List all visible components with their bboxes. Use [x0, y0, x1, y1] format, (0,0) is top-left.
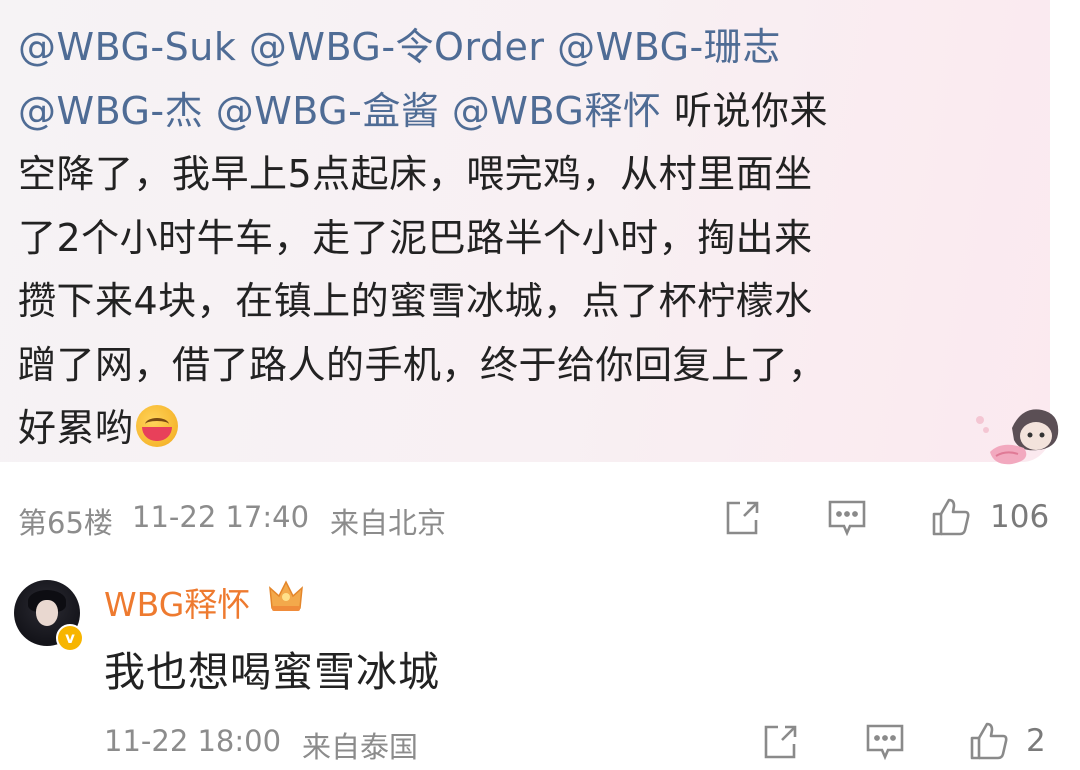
comment-line: 空降了，我早上5点起床，喂完鸡，从村里面坐: [18, 152, 813, 196]
comment-line: 好累哟: [18, 397, 1003, 461]
comment-text: @WBG-Suk @WBG-令Order @WBG-珊志 @WBG-杰 @WBG…: [18, 16, 1003, 461]
reply-time: 11-22 18:00: [104, 724, 282, 758]
comment-line: @WBG-杰 @WBG-盒酱 @WBG释怀 听说你来: [18, 88, 828, 133]
like-icon[interactable]: [968, 720, 1010, 762]
crown-badge-icon: [266, 578, 306, 618]
share-icon[interactable]: [722, 498, 762, 538]
verified-badge-icon: v: [56, 624, 84, 652]
comment-time: 11-22 17:40: [132, 500, 310, 534]
reply-text: 我也想喝蜜雪冰城: [104, 648, 440, 696]
like-count: 2: [1026, 723, 1046, 759]
mention-links[interactable]: @WBG-杰 @WBG-盒酱 @WBG释怀: [18, 89, 661, 133]
like-count: 106: [990, 499, 1050, 535]
share-icon[interactable]: [760, 722, 800, 762]
comment-line: 蹭了网，借了路人的手机，终于给你回复上了，: [18, 342, 827, 387]
like-icon[interactable]: [930, 496, 972, 538]
comment-line: @WBG-Suk @WBG-令Order @WBG-珊志: [18, 16, 1003, 80]
mention-links[interactable]: @WBG-Suk @WBG-令Order @WBG-珊志: [18, 25, 781, 69]
hearts-kiss-emoji: [135, 405, 178, 447]
comment-bubble[interactable]: @WBG-Suk @WBG-令Order @WBG-珊志 @WBG-杰 @WBG…: [0, 0, 1059, 465]
reply-location: 来自泰国: [302, 730, 419, 764]
anime-sticker-icon: [976, 409, 1059, 465]
comment-line: 攒下来4块，在镇上的蜜雪冰城，点了杯柠檬水: [18, 279, 813, 323]
comment-line: 了2个小时牛车，走了泥巴路半个小时，掏出来: [18, 215, 813, 260]
comment-icon[interactable]: [864, 722, 906, 762]
floor-number: 第65楼: [18, 506, 113, 540]
comment-icon[interactable]: [826, 498, 868, 538]
reply-username[interactable]: WBG释怀: [104, 578, 250, 626]
comment-location: 来自北京: [330, 506, 447, 540]
